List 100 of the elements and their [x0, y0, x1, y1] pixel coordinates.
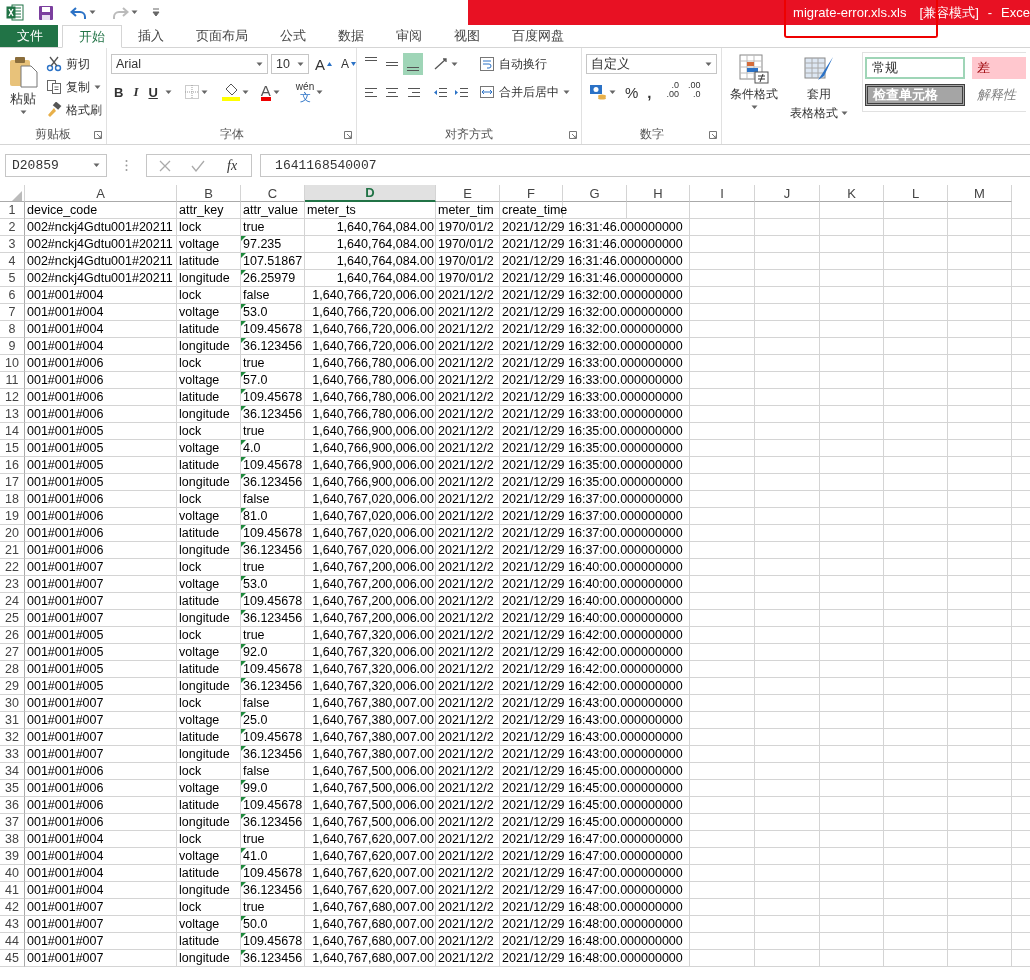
- copy-button[interactable]: 复制: [46, 77, 102, 97]
- table-cell: true: [243, 832, 265, 846]
- cell-style-option[interactable]: 常规: [865, 57, 965, 79]
- caret-icon[interactable]: [563, 89, 570, 95]
- italic-button[interactable]: I: [130, 81, 142, 103]
- table-cell: longitude: [177, 950, 241, 967]
- file-menu-tab[interactable]: 文件: [0, 25, 58, 47]
- clipboard-icon: [8, 56, 38, 88]
- paintbrush-icon: [46, 102, 62, 118]
- dialog-launcher-icon[interactable]: [94, 131, 102, 139]
- caret-icon[interactable]: [841, 111, 848, 116]
- row-header[interactable]: 45: [0, 950, 25, 967]
- caret-icon[interactable]: [131, 10, 138, 15]
- ribbon-tab[interactable]: 百度网盘: [496, 25, 580, 47]
- paint-bucket-icon: [221, 83, 240, 101]
- caret-icon[interactable]: [272, 89, 280, 95]
- caret-icon[interactable]: [164, 89, 172, 95]
- font-name-dropdown[interactable]: Arial: [111, 54, 268, 74]
- bottom-align-icon: [407, 67, 419, 71]
- align-right-icon: [406, 85, 420, 99]
- save-icon[interactable]: [38, 4, 54, 21]
- ribbon-tab[interactable]: 页面布局: [180, 25, 264, 47]
- font-color-button[interactable]: A: [257, 81, 283, 103]
- dialog-launcher-icon[interactable]: [709, 131, 717, 139]
- table-cell: true: [243, 356, 265, 370]
- ribbon-tab[interactable]: 插入: [122, 25, 180, 47]
- middle-align-icon: [386, 62, 398, 66]
- caret-icon[interactable]: [200, 89, 208, 95]
- table-cell: 36.123456: [243, 815, 303, 829]
- table-cell: 36.123456: [243, 883, 303, 897]
- app-name: Exce: [1001, 5, 1030, 20]
- caret-icon[interactable]: [19, 110, 27, 115]
- undo-icon[interactable]: [70, 5, 87, 20]
- decrease-indent-icon: [433, 85, 447, 99]
- wrap-text-button[interactable]: 自动换行: [479, 54, 570, 74]
- merge-center-button[interactable]: 合并后居中: [479, 82, 570, 102]
- group-label: 对齐方式: [445, 125, 493, 143]
- caret-icon[interactable]: [609, 89, 616, 95]
- money-icon: [589, 84, 607, 100]
- format-painter-button[interactable]: 格式刷: [46, 100, 102, 120]
- format-as-table-button[interactable]: 套用 表格格式: [786, 52, 852, 144]
- font-size-dropdown[interactable]: 10: [271, 54, 309, 74]
- cell-style-option[interactable]: 差: [972, 57, 1026, 79]
- ribbon-tab[interactable]: 开始: [62, 25, 122, 48]
- table-cell: true: [243, 424, 265, 438]
- decrease-decimal-button[interactable]: .00 .0: [685, 81, 704, 103]
- name-box[interactable]: D20859: [5, 154, 107, 177]
- caret-icon[interactable]: [705, 61, 712, 67]
- caret-icon[interactable]: [241, 89, 249, 95]
- number-format-dropdown[interactable]: 自定义: [586, 54, 717, 74]
- phonetic-button[interactable]: wén 文: [292, 81, 327, 103]
- top-align-icon: [365, 57, 377, 61]
- table-cell: 41.0: [243, 849, 268, 863]
- insert-function-button[interactable]: fx: [225, 157, 240, 174]
- table-cell: 57.0: [243, 373, 268, 387]
- formula-field[interactable]: 1641168540007: [260, 154, 1030, 177]
- paste-button[interactable]: 粘贴: [4, 54, 42, 124]
- table-cell: true: [243, 560, 265, 574]
- table-cell: 107.51867: [243, 254, 303, 268]
- cut-button[interactable]: 剪切: [46, 54, 102, 74]
- ribbon-tab[interactable]: 公式: [264, 25, 322, 47]
- dialog-launcher-icon[interactable]: [344, 131, 352, 139]
- customize-toolbar-icon[interactable]: [152, 8, 160, 17]
- comma-style-button[interactable]: ,: [644, 81, 655, 103]
- ribbon-tab[interactable]: 视图: [438, 25, 496, 47]
- table-cell: 109.45678: [243, 390, 303, 404]
- ribbon-tab[interactable]: 数据: [322, 25, 380, 47]
- table-cell: 36.123456: [243, 679, 303, 693]
- caret-icon[interactable]: [89, 10, 96, 15]
- document-title: migrate-error.xls.xls: [793, 5, 907, 20]
- percent-button[interactable]: %: [622, 81, 642, 103]
- caret-icon[interactable]: [93, 163, 100, 168]
- dialog-launcher-icon[interactable]: [569, 131, 577, 139]
- bottom-align-button[interactable]: [403, 53, 423, 75]
- table-cell: 25.0: [243, 713, 268, 727]
- table-cell: 97.235: [243, 237, 282, 251]
- conditional-format-button[interactable]: 条件格式: [726, 52, 782, 144]
- arrow-down-icon: [351, 62, 357, 66]
- grow-font-button[interactable]: A: [312, 53, 335, 75]
- caret-icon[interactable]: [94, 84, 101, 90]
- table-cell: 4.0: [243, 441, 261, 455]
- caret-icon[interactable]: [256, 61, 263, 67]
- angled-text-icon: [433, 57, 449, 71]
- group-label: 数字: [639, 125, 664, 143]
- underline-button[interactable]: U: [145, 81, 161, 103]
- table-cell: 36.123456: [243, 407, 303, 421]
- caret-icon[interactable]: [750, 105, 758, 110]
- table-cell: true: [243, 900, 265, 914]
- table-cell: 81.0: [243, 509, 268, 523]
- merge-cells-icon: [479, 84, 495, 100]
- ribbon-tab[interactable]: 审阅: [380, 25, 438, 47]
- column-header[interactable]: D: [305, 185, 436, 202]
- caret-icon[interactable]: [316, 89, 324, 95]
- cell-style-option[interactable]: 解释性: [972, 84, 1026, 106]
- shrink-font-button[interactable]: A: [338, 53, 360, 75]
- table-cell: 109.45678: [243, 322, 303, 336]
- caret-icon[interactable]: [297, 61, 304, 67]
- bold-button[interactable]: B: [111, 81, 127, 103]
- increase-decimal-button[interactable]: .0 .00: [663, 81, 683, 103]
- caret-icon[interactable]: [451, 61, 458, 67]
